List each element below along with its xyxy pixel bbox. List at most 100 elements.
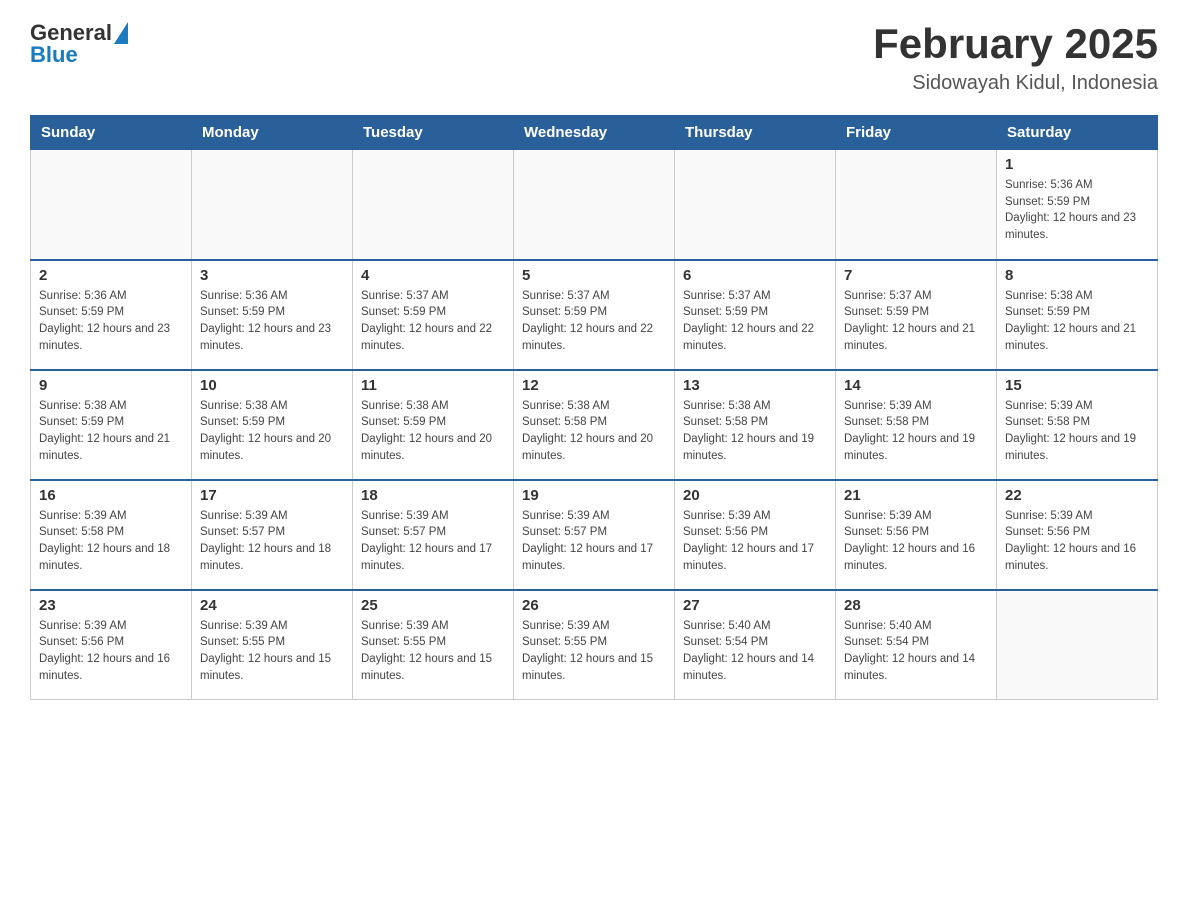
day-info: Sunrise: 5:36 AMSunset: 5:59 PMDaylight:…: [39, 288, 183, 355]
calendar-day-cell: 26Sunrise: 5:39 AMSunset: 5:55 PMDayligh…: [514, 590, 675, 700]
day-number: 20: [683, 487, 827, 504]
day-number: 12: [522, 377, 666, 394]
logo: General Blue: [30, 20, 128, 68]
day-info: Sunrise: 5:39 AMSunset: 5:57 PMDaylight:…: [200, 508, 344, 575]
day-number: 4: [361, 267, 505, 284]
day-info: Sunrise: 5:38 AMSunset: 5:59 PMDaylight:…: [200, 398, 344, 465]
logo-blue-text: Blue: [30, 42, 78, 68]
day-number: 3: [200, 267, 344, 284]
calendar-day-cell: [31, 150, 192, 260]
weekday-header-wednesday: Wednesday: [514, 116, 675, 150]
calendar-day-cell: [353, 150, 514, 260]
day-info: Sunrise: 5:39 AMSunset: 5:58 PMDaylight:…: [39, 508, 183, 575]
day-number: 8: [1005, 267, 1149, 284]
day-number: 7: [844, 267, 988, 284]
day-info: Sunrise: 5:39 AMSunset: 5:56 PMDaylight:…: [844, 508, 988, 575]
day-info: Sunrise: 5:36 AMSunset: 5:59 PMDaylight:…: [200, 288, 344, 355]
calendar-title: February 2025: [873, 20, 1158, 68]
day-info: Sunrise: 5:38 AMSunset: 5:58 PMDaylight:…: [522, 398, 666, 465]
calendar-week-row: 16 Sunrise: 5:39 AMSunset: 5:58 PMDayligh…: [31, 480, 1158, 590]
day-number: 18: [361, 487, 505, 504]
calendar-day-cell: 14 Sunrise: 5:39 AMSunset: 5:58 PMDayligh…: [836, 370, 997, 480]
day-info: Sunrise: 5:39 AMSunset: 5:55 PMDaylight:…: [361, 618, 505, 685]
day-number: 10: [200, 377, 344, 394]
calendar-day-cell: 21 Sunrise: 5:39 AMSunset: 5:56 PMDayligh…: [836, 480, 997, 590]
calendar-day-cell: [514, 150, 675, 260]
day-number: 2: [39, 267, 183, 284]
calendar-day-cell: 17 Sunrise: 5:39 AMSunset: 5:57 PMDayligh…: [192, 480, 353, 590]
calendar-day-cell: 8 Sunrise: 5:38 AMSunset: 5:59 PMDaylight…: [997, 260, 1158, 370]
weekday-header-friday: Friday: [836, 116, 997, 150]
calendar-day-cell: 27 Sunrise: 5:40 AMSunset: 5:54 PMDayligh…: [675, 590, 836, 700]
calendar-week-row: 9 Sunrise: 5:38 AMSunset: 5:59 PMDaylight…: [31, 370, 1158, 480]
day-number: 6: [683, 267, 827, 284]
weekday-header-thursday: Thursday: [675, 116, 836, 150]
page-header: General Blue February 2025 Sidowayah Kid…: [30, 20, 1158, 95]
day-number: 5: [522, 267, 666, 284]
calendar-day-cell: 25 Sunrise: 5:39 AMSunset: 5:55 PMDayligh…: [353, 590, 514, 700]
day-info: Sunrise: 5:37 AMSunset: 5:59 PMDaylight:…: [361, 288, 505, 355]
calendar-day-cell: 18 Sunrise: 5:39 AMSunset: 5:57 PMDayligh…: [353, 480, 514, 590]
calendar-day-cell: 11Sunrise: 5:38 AMSunset: 5:59 PMDayligh…: [353, 370, 514, 480]
calendar-day-cell: 5Sunrise: 5:37 AMSunset: 5:59 PMDaylight…: [514, 260, 675, 370]
day-number: 24: [200, 597, 344, 614]
calendar-day-cell: 22Sunrise: 5:39 AMSunset: 5:56 PMDayligh…: [997, 480, 1158, 590]
calendar-day-cell: 9 Sunrise: 5:38 AMSunset: 5:59 PMDaylight…: [31, 370, 192, 480]
day-number: 17: [200, 487, 344, 504]
calendar-day-cell: 20 Sunrise: 5:39 AMSunset: 5:56 PMDayligh…: [675, 480, 836, 590]
day-info: Sunrise: 5:37 AMSunset: 5:59 PMDaylight:…: [844, 288, 988, 355]
logo-triangle-icon: [114, 22, 128, 44]
day-info: Sunrise: 5:39 AMSunset: 5:57 PMDaylight:…: [522, 508, 666, 575]
calendar-week-row: 23 Sunrise: 5:39 AMSunset: 5:56 PMDayligh…: [31, 590, 1158, 700]
day-number: 21: [844, 487, 988, 504]
calendar-day-cell: [997, 590, 1158, 700]
calendar-day-cell: [836, 150, 997, 260]
calendar-day-cell: 2 Sunrise: 5:36 AMSunset: 5:59 PMDaylight…: [31, 260, 192, 370]
day-number: 1: [1005, 156, 1149, 173]
calendar-day-cell: 23 Sunrise: 5:39 AMSunset: 5:56 PMDayligh…: [31, 590, 192, 700]
day-number: 16: [39, 487, 183, 504]
day-info: Sunrise: 5:36 AMSunset: 5:59 PMDaylight:…: [1005, 177, 1149, 244]
calendar-day-cell: [675, 150, 836, 260]
calendar-day-cell: 4 Sunrise: 5:37 AMSunset: 5:59 PMDaylight…: [353, 260, 514, 370]
calendar-subtitle: Sidowayah Kidul, Indonesia: [873, 72, 1158, 95]
day-number: 14: [844, 377, 988, 394]
calendar-week-row: 2 Sunrise: 5:36 AMSunset: 5:59 PMDaylight…: [31, 260, 1158, 370]
day-number: 25: [361, 597, 505, 614]
weekday-header-row: SundayMondayTuesdayWednesdayThursdayFrid…: [31, 116, 1158, 150]
day-info: Sunrise: 5:40 AMSunset: 5:54 PMDaylight:…: [683, 618, 827, 685]
day-info: Sunrise: 5:38 AMSunset: 5:59 PMDaylight:…: [39, 398, 183, 465]
day-info: Sunrise: 5:37 AMSunset: 5:59 PMDaylight:…: [683, 288, 827, 355]
title-section: February 2025 Sidowayah Kidul, Indonesia: [873, 20, 1158, 95]
weekday-header-sunday: Sunday: [31, 116, 192, 150]
day-info: Sunrise: 5:39 AMSunset: 5:55 PMDaylight:…: [200, 618, 344, 685]
day-number: 9: [39, 377, 183, 394]
day-info: Sunrise: 5:39 AMSunset: 5:56 PMDaylight:…: [683, 508, 827, 575]
calendar-day-cell: 6 Sunrise: 5:37 AMSunset: 5:59 PMDaylight…: [675, 260, 836, 370]
day-number: 19: [522, 487, 666, 504]
day-info: Sunrise: 5:39 AMSunset: 5:56 PMDaylight:…: [39, 618, 183, 685]
day-number: 26: [522, 597, 666, 614]
calendar-table: SundayMondayTuesdayWednesdayThursdayFrid…: [30, 115, 1158, 700]
day-info: Sunrise: 5:39 AMSunset: 5:58 PMDaylight:…: [844, 398, 988, 465]
weekday-header-monday: Monday: [192, 116, 353, 150]
day-info: Sunrise: 5:40 AMSunset: 5:54 PMDaylight:…: [844, 618, 988, 685]
day-number: 27: [683, 597, 827, 614]
calendar-day-cell: 1 Sunrise: 5:36 AMSunset: 5:59 PMDaylight…: [997, 150, 1158, 260]
day-info: Sunrise: 5:38 AMSunset: 5:59 PMDaylight:…: [1005, 288, 1149, 355]
day-number: 13: [683, 377, 827, 394]
calendar-day-cell: 10 Sunrise: 5:38 AMSunset: 5:59 PMDayligh…: [192, 370, 353, 480]
calendar-day-cell: 19 Sunrise: 5:39 AMSunset: 5:57 PMDayligh…: [514, 480, 675, 590]
day-number: 23: [39, 597, 183, 614]
day-info: Sunrise: 5:38 AMSunset: 5:58 PMDaylight:…: [683, 398, 827, 465]
calendar-week-row: 1 Sunrise: 5:36 AMSunset: 5:59 PMDaylight…: [31, 150, 1158, 260]
day-info: Sunrise: 5:39 AMSunset: 5:57 PMDaylight:…: [361, 508, 505, 575]
calendar-day-cell: 3 Sunrise: 5:36 AMSunset: 5:59 PMDaylight…: [192, 260, 353, 370]
calendar-day-cell: 28 Sunrise: 5:40 AMSunset: 5:54 PMDayligh…: [836, 590, 997, 700]
calendar-day-cell: 13 Sunrise: 5:38 AMSunset: 5:58 PMDayligh…: [675, 370, 836, 480]
day-number: 15: [1005, 377, 1149, 394]
weekday-header-saturday: Saturday: [997, 116, 1158, 150]
day-number: 28: [844, 597, 988, 614]
calendar-day-cell: 16 Sunrise: 5:39 AMSunset: 5:58 PMDayligh…: [31, 480, 192, 590]
day-info: Sunrise: 5:39 AMSunset: 5:56 PMDaylight:…: [1005, 508, 1149, 575]
